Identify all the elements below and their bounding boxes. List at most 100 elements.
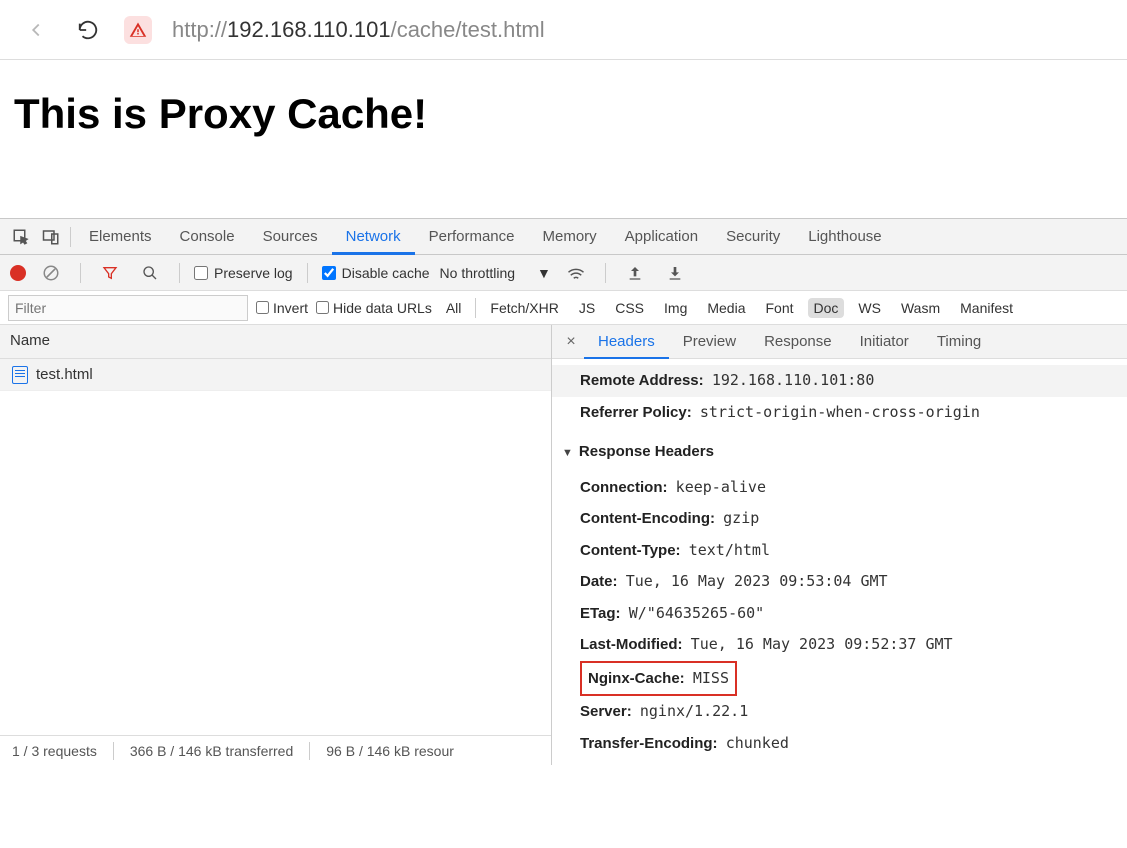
search-icon[interactable] — [135, 258, 165, 288]
page-content: This is Proxy Cache! — [0, 60, 1127, 218]
header-line: Remote Address: 192.168.110.101:80 — [552, 365, 1127, 397]
header-line: Connection: keep-alive — [562, 472, 1117, 504]
separator — [605, 263, 606, 283]
separator — [113, 742, 114, 760]
url-bar[interactable]: http://192.168.110.101/cache/test.html — [172, 17, 545, 43]
device-toggle-icon[interactable] — [36, 222, 66, 252]
filter-type-ws[interactable]: WS — [852, 298, 887, 318]
devtools-tab-application[interactable]: Application — [611, 219, 712, 255]
column-header-name[interactable]: Name — [0, 325, 551, 359]
url-path: /cache/test.html — [391, 17, 545, 42]
filter-type-doc[interactable]: Doc — [808, 298, 845, 318]
response-headers-section[interactable]: Response Headers — [562, 428, 1117, 472]
network-body: Name test.html 1 / 3 requests 366 B / 14… — [0, 325, 1127, 765]
request-list: Name test.html 1 / 3 requests 366 B / 14… — [0, 325, 552, 765]
header-value: gzip — [723, 509, 759, 527]
devtools-tab-network[interactable]: Network — [332, 219, 415, 255]
header-line: Content-Encoding: gzip — [562, 503, 1117, 535]
invert-checkbox[interactable]: Invert — [256, 300, 308, 316]
filter-types: All Fetch/XHR JS CSS Img Media Font Doc WS Wasm Ma… — [440, 298, 1019, 318]
header-line: Date: Tue, 16 May 2023 09:53:04 GMT — [562, 566, 1117, 598]
devtools-tab-sources[interactable]: Sources — [249, 219, 332, 255]
devtools-tab-lighthouse[interactable]: Lighthouse — [794, 219, 895, 255]
header-key: Content-Encoding: — [580, 510, 715, 527]
filter-icon[interactable] — [95, 258, 125, 288]
request-row[interactable]: test.html — [0, 359, 551, 391]
header-value: Tue, 16 May 2023 09:53:04 GMT — [626, 572, 888, 590]
detail-tab-timing[interactable]: Timing — [923, 325, 995, 359]
header-value: chunked — [726, 734, 789, 752]
url-host: 192.168.110.101 — [227, 17, 391, 42]
detail-tab-initiator[interactable]: Initiator — [846, 325, 923, 359]
url-protocol: http:// — [172, 17, 227, 42]
devtools-tab-memory[interactable]: Memory — [529, 219, 611, 255]
header-value: nginx/1.22.1 — [640, 702, 748, 720]
request-name: test.html — [36, 366, 93, 383]
header-value: text/html — [689, 541, 770, 559]
devtools-tab-security[interactable]: Security — [712, 219, 794, 255]
header-key: Content-Type: — [580, 542, 681, 559]
header-key: Transfer-Encoding: — [580, 735, 718, 752]
download-har-icon[interactable] — [660, 258, 690, 288]
reload-button[interactable] — [72, 14, 104, 46]
upload-har-icon[interactable] — [620, 258, 650, 288]
devtools-tab-elements[interactable]: Elements — [75, 219, 166, 255]
detail-tab-response[interactable]: Response — [750, 325, 846, 359]
header-value: 192.168.110.101:80 — [712, 371, 875, 389]
throttling-select[interactable]: No throttling ▼ — [440, 265, 551, 281]
filter-type-media[interactable]: Media — [701, 298, 751, 318]
separator — [475, 298, 476, 318]
header-value: Tue, 16 May 2023 09:52:37 GMT — [691, 635, 953, 653]
filter-type-fetchxhr[interactable]: Fetch/XHR — [484, 298, 564, 318]
network-toolbar: Preserve log Disable cache No throttling… — [0, 255, 1127, 291]
detail-panel: × HeadersPreviewResponseInitiatorTiming … — [552, 325, 1127, 765]
header-key: Last-Modified: — [580, 636, 683, 653]
disable-cache-checkbox[interactable]: Disable cache — [322, 265, 430, 281]
header-value: W/"64635265-60" — [629, 604, 764, 622]
devtools-tab-performance[interactable]: Performance — [415, 219, 529, 255]
header-value: MISS — [693, 669, 729, 687]
detail-tabs: × HeadersPreviewResponseInitiatorTiming — [552, 325, 1127, 359]
filter-type-css[interactable]: CSS — [609, 298, 650, 318]
highlighted-header: Nginx-Cache: MISS — [580, 661, 737, 697]
filter-type-img[interactable]: Img — [658, 298, 693, 318]
header-value: keep-alive — [676, 478, 766, 496]
security-warning-icon[interactable] — [124, 16, 152, 44]
filter-type-wasm[interactable]: Wasm — [895, 298, 946, 318]
request-list-empty-area — [0, 391, 551, 735]
status-transferred: 366 B / 146 kB transferred — [130, 743, 293, 759]
header-key: Nginx-Cache: — [588, 670, 685, 687]
chevron-down-icon: ▼ — [537, 265, 551, 281]
record-button[interactable] — [10, 265, 26, 281]
filter-type-js[interactable]: JS — [573, 298, 601, 318]
status-requests: 1 / 3 requests — [12, 743, 97, 759]
separator — [307, 263, 308, 283]
separator — [309, 742, 310, 760]
devtools-tab-console[interactable]: Console — [166, 219, 249, 255]
header-line: Last-Modified: Tue, 16 May 2023 09:52:37… — [562, 629, 1117, 661]
close-detail-button[interactable]: × — [558, 333, 584, 351]
header-line: Transfer-Encoding: chunked — [562, 728, 1117, 760]
filter-input[interactable] — [8, 295, 248, 321]
network-conditions-icon[interactable] — [561, 258, 591, 288]
header-key: ETag: — [580, 605, 621, 622]
detail-tab-preview[interactable]: Preview — [669, 325, 750, 359]
header-key: Referrer Policy: — [580, 404, 692, 421]
filter-type-font[interactable]: Font — [760, 298, 800, 318]
filter-bar: Invert Hide data URLs All Fetch/XHR JS CSS I… — [0, 291, 1127, 325]
detail-tab-headers[interactable]: Headers — [584, 325, 669, 359]
header-value: strict-origin-when-cross-origin — [700, 403, 980, 421]
header-key: Connection: — [580, 479, 668, 496]
filter-type-all[interactable]: All — [440, 298, 468, 318]
header-line: ETag: W/"64635265-60" — [562, 598, 1117, 630]
separator — [179, 263, 180, 283]
header-line: Nginx-Cache: MISS — [562, 661, 1117, 697]
devtools-tabs: ElementsConsoleSourcesNetworkPerformance… — [0, 219, 1127, 255]
inspect-element-icon[interactable] — [6, 222, 36, 252]
filter-type-manifest[interactable]: Manifest — [954, 298, 1019, 318]
separator — [80, 263, 81, 283]
preserve-log-checkbox[interactable]: Preserve log — [194, 265, 293, 281]
clear-button[interactable] — [36, 258, 66, 288]
hide-data-urls-checkbox[interactable]: Hide data URLs — [316, 300, 432, 316]
back-button[interactable] — [20, 14, 52, 46]
